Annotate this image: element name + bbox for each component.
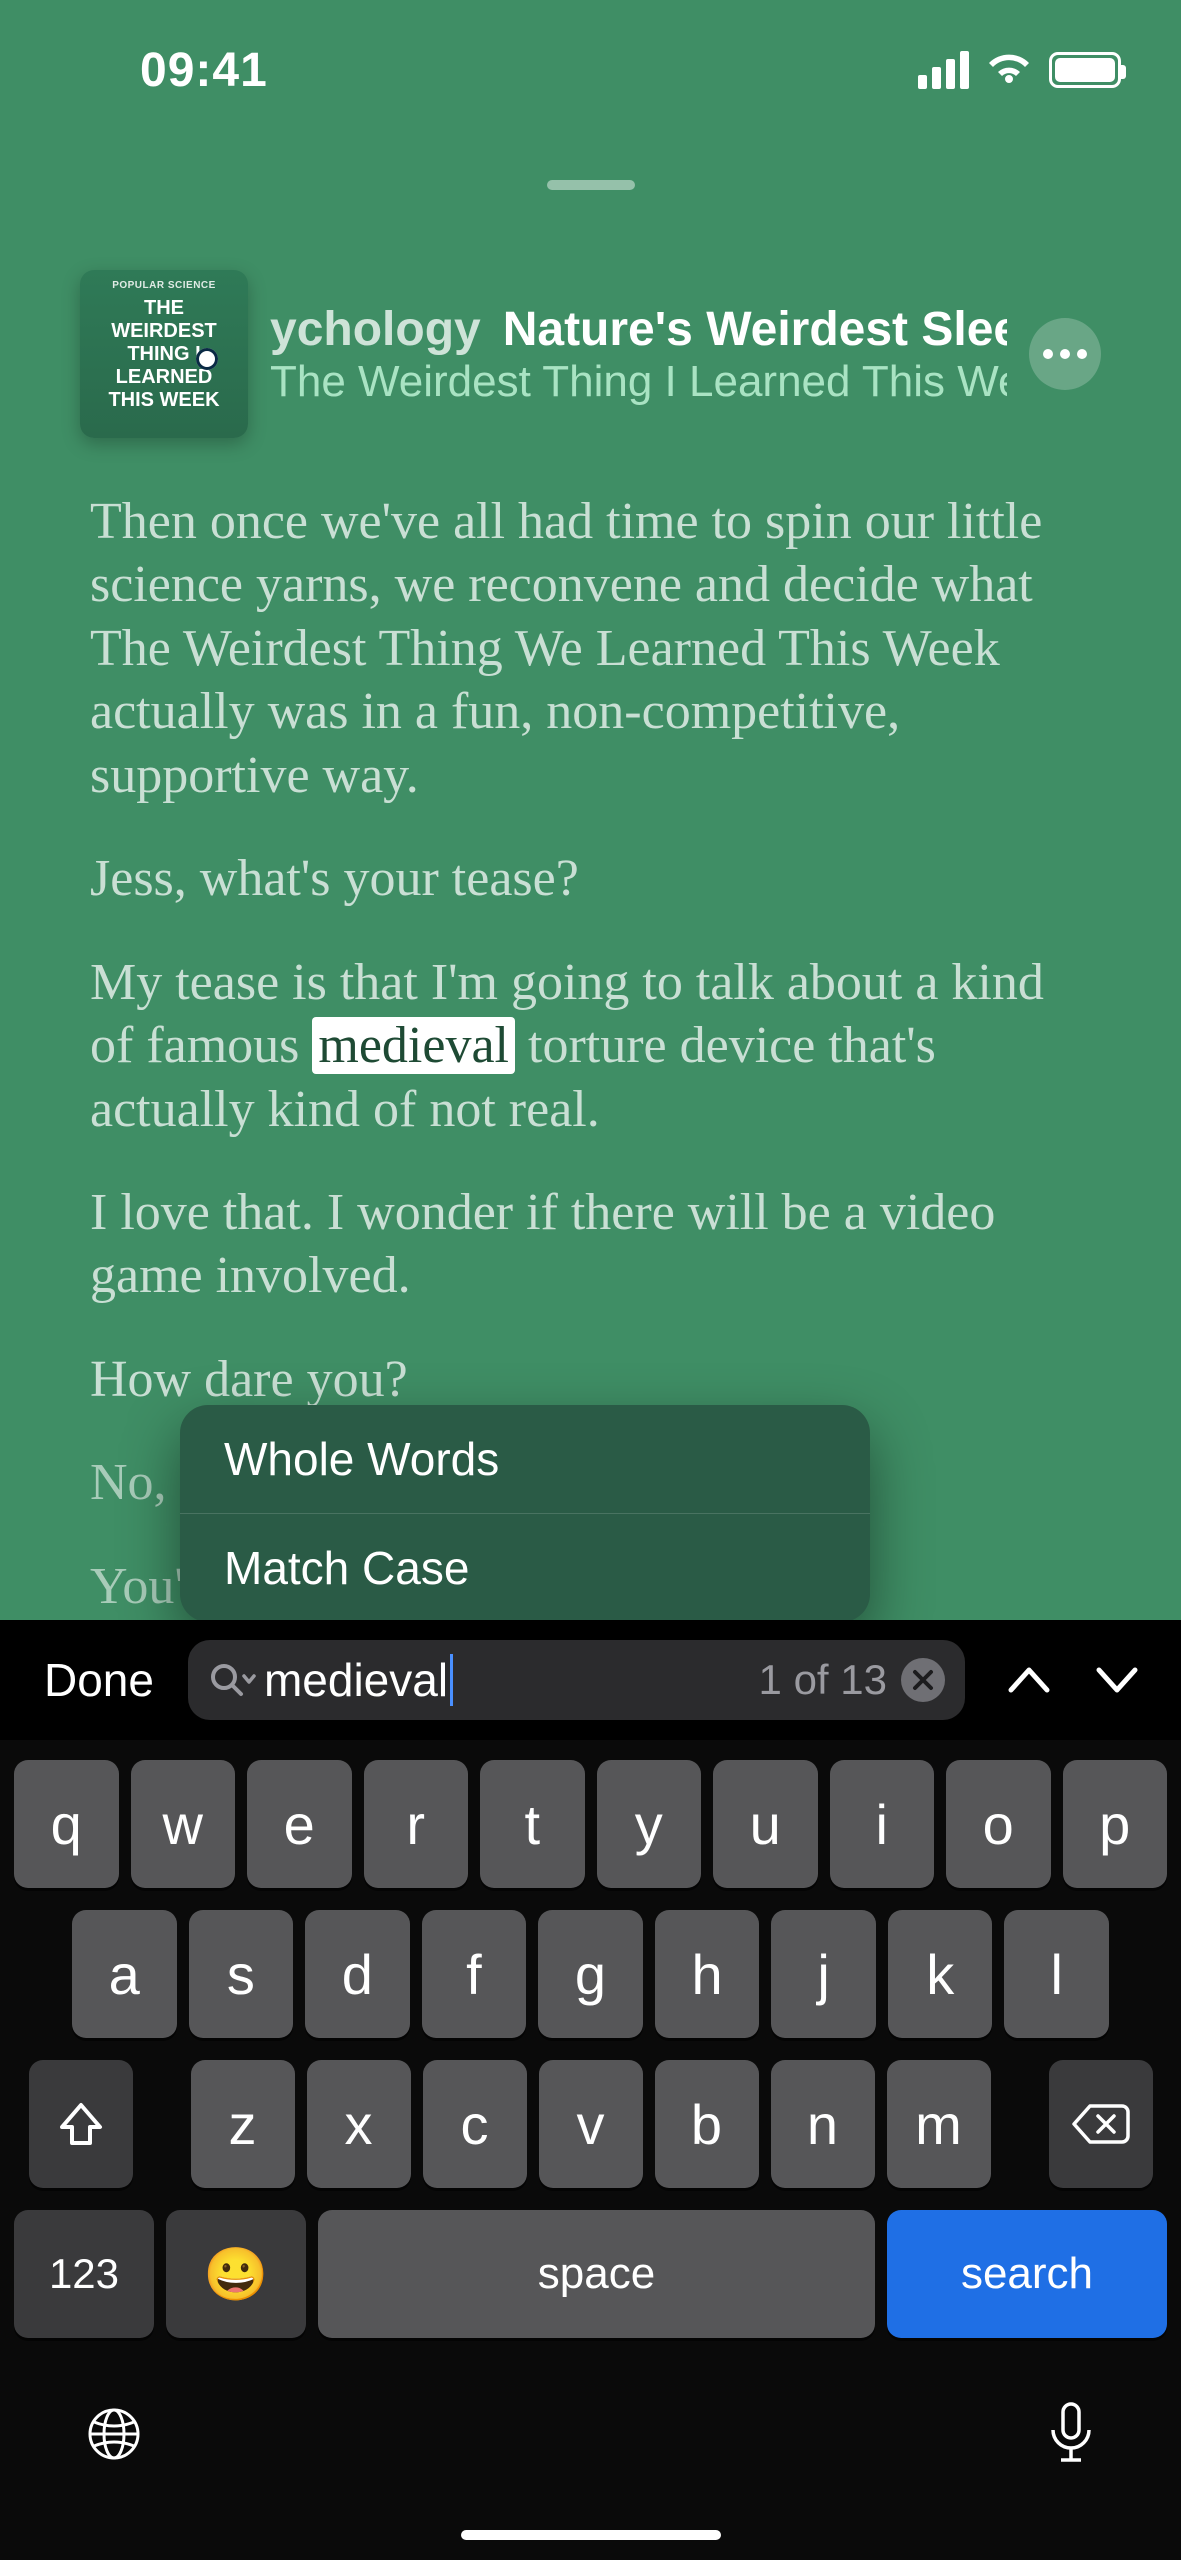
transcript-paragraph: I love that. I wonder if there will be a… xyxy=(90,1181,1091,1308)
numbers-key[interactable]: 123 xyxy=(14,2210,154,2338)
key-b[interactable]: b xyxy=(655,2060,759,2188)
match-case-option[interactable]: Match Case xyxy=(180,1514,870,1622)
keyboard: qwertyuiop asdfghjkl zxcvbnm 123 😀 space… xyxy=(0,1740,1181,2560)
artwork-line: WEIRDEST xyxy=(111,320,217,343)
cellular-icon xyxy=(918,51,969,89)
key-v[interactable]: v xyxy=(539,2060,643,2188)
sheet-grabber[interactable] xyxy=(547,180,635,190)
key-a[interactable]: a xyxy=(72,1910,177,2038)
key-s[interactable]: s xyxy=(189,1910,294,2038)
key-q[interactable]: q xyxy=(14,1760,119,1888)
artwork-line: THING I xyxy=(127,343,200,366)
search-options-popover: Whole Words Match Case xyxy=(180,1405,870,1622)
key-w[interactable]: w xyxy=(131,1760,236,1888)
previous-result-button[interactable] xyxy=(1005,1660,1053,1700)
keyboard-row-2: asdfghjkl xyxy=(14,1910,1167,2038)
key-m[interactable]: m xyxy=(887,2060,991,2188)
key-u[interactable]: u xyxy=(713,1760,818,1888)
battery-icon xyxy=(1049,52,1121,88)
globe-key[interactable] xyxy=(84,2404,144,2469)
home-indicator[interactable] xyxy=(461,2530,721,2540)
space-key[interactable]: space xyxy=(318,2210,875,2338)
key-d[interactable]: d xyxy=(305,1910,410,2038)
episode-title-right-fragment: Nature's Weirdest Sleep xyxy=(503,302,1007,357)
search-key[interactable]: search xyxy=(887,2210,1167,2338)
artwork-line: THE xyxy=(144,297,184,320)
search-field[interactable]: medieval 1 of 13 xyxy=(188,1640,965,1720)
status-indicators xyxy=(918,51,1121,89)
more-button[interactable] xyxy=(1029,318,1101,390)
transcript-paragraph: How dare you? xyxy=(90,1348,1091,1411)
backspace-key[interactable] xyxy=(1049,2060,1153,2188)
emoji-key[interactable]: 😀 xyxy=(166,2210,306,2338)
search-icon[interactable] xyxy=(208,1660,256,1700)
key-y[interactable]: y xyxy=(597,1760,702,1888)
status-time: 09:41 xyxy=(140,43,268,98)
podcast-artwork[interactable]: POPULAR SCIENCE THE WEIRDEST THING I LEA… xyxy=(80,270,248,438)
transcript-paragraph: My tease is that I'm going to talk about… xyxy=(90,951,1091,1141)
find-bar: Done medieval 1 of 13 xyxy=(0,1620,1181,1740)
key-k[interactable]: k xyxy=(888,1910,993,2038)
keyboard-row-4: 123 😀 space search xyxy=(14,2210,1167,2338)
now-playing-header: POPULAR SCIENCE THE WEIRDEST THING I LEA… xyxy=(0,270,1181,438)
key-e[interactable]: e xyxy=(247,1760,352,1888)
key-i[interactable]: i xyxy=(830,1760,935,1888)
podcast-subtitle: The Weirdest Thing I Learned This Wee xyxy=(270,357,1007,407)
key-x[interactable]: x xyxy=(307,2060,411,2188)
key-z[interactable]: z xyxy=(191,2060,295,2188)
text-caret xyxy=(450,1654,453,1706)
episode-titles[interactable]: ychology Nature's Weirdest Sleep E The W… xyxy=(270,302,1007,407)
key-c[interactable]: c xyxy=(423,2060,527,2188)
whole-words-option[interactable]: Whole Words xyxy=(180,1405,870,1513)
key-j[interactable]: j xyxy=(771,1910,876,2038)
search-highlight: medieval xyxy=(312,1017,515,1074)
key-t[interactable]: t xyxy=(480,1760,585,1888)
key-p[interactable]: p xyxy=(1063,1760,1168,1888)
key-h[interactable]: h xyxy=(655,1910,760,2038)
key-o[interactable]: o xyxy=(946,1760,1051,1888)
keyboard-row-1: qwertyuiop xyxy=(14,1760,1167,1888)
next-result-button[interactable] xyxy=(1093,1660,1141,1700)
artwork-line: THIS WEEK xyxy=(108,389,219,412)
transcript-paragraph: Jess, what's your tease? xyxy=(90,847,1091,910)
clear-search-button[interactable] xyxy=(901,1658,945,1702)
search-result-count: 1 of 13 xyxy=(759,1656,887,1704)
key-l[interactable]: l xyxy=(1004,1910,1109,2038)
key-g[interactable]: g xyxy=(538,1910,643,2038)
dictation-key[interactable] xyxy=(1045,2400,1097,2473)
shift-key[interactable] xyxy=(29,2060,133,2188)
artwork-eye-icon xyxy=(196,348,218,370)
status-bar: 09:41 xyxy=(0,0,1181,140)
wifi-icon xyxy=(987,53,1031,87)
done-button[interactable]: Done xyxy=(30,1653,168,1707)
artwork-line: LEARNED xyxy=(116,366,213,389)
search-input[interactable]: medieval xyxy=(264,1653,751,1707)
search-query-text: medieval xyxy=(264,1653,448,1707)
transcript-paragraph: Then once we've all had time to spin our… xyxy=(90,490,1091,807)
episode-title-left-fragment: ychology xyxy=(270,302,481,357)
key-n[interactable]: n xyxy=(771,2060,875,2188)
key-f[interactable]: f xyxy=(422,1910,527,2038)
key-r[interactable]: r xyxy=(364,1760,469,1888)
keyboard-row-3: zxcvbnm xyxy=(14,2060,1167,2188)
artwork-publisher: POPULAR SCIENCE xyxy=(112,280,216,292)
